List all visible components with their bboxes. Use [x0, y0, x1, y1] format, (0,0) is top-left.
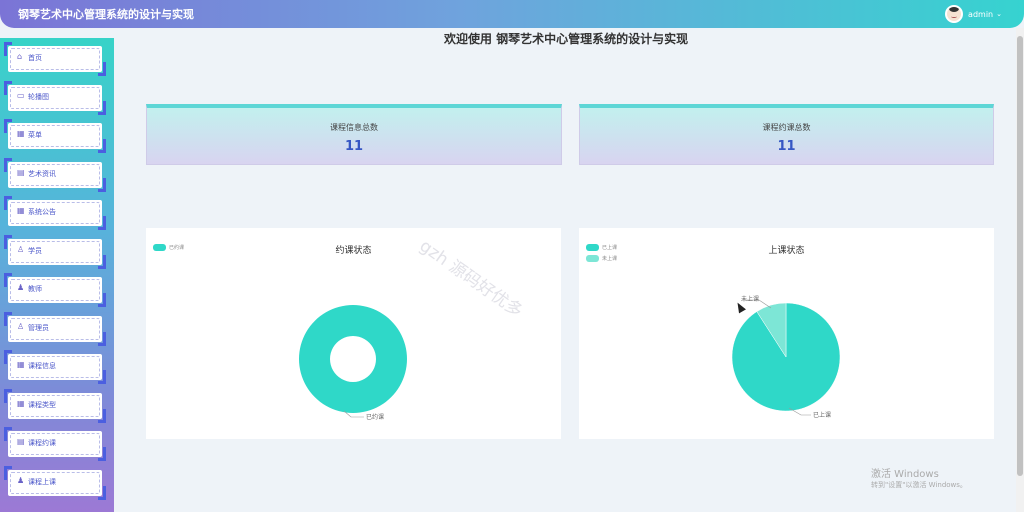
chart-panel-class-status: 已上课 未上课 已上课 未上课 上课状态	[579, 228, 994, 439]
sidebar-item-11[interactable]: ♟ 课程上课	[4, 465, 106, 500]
corner-decoration	[4, 157, 12, 172]
corner-decoration	[98, 216, 106, 230]
corner-decoration	[98, 62, 106, 76]
corner-decoration	[4, 427, 12, 441]
chart-title: 上课状态	[768, 246, 805, 256]
sidebar-item-label: 系统公告	[28, 208, 56, 216]
corner-decoration	[98, 293, 106, 307]
sidebar-item-label: 艺术资讯	[28, 169, 56, 178]
sidebar-item-label: 课程上课	[28, 477, 56, 486]
corner-decoration	[98, 370, 106, 384]
sidebar-item-1[interactable]: ▭ 轮播图	[4, 80, 106, 115]
teacher-icon: ♟	[17, 283, 25, 292]
corner-decoration	[98, 485, 106, 500]
corner-decoration	[4, 311, 12, 326]
sidebar-item-9[interactable]: ▦ 课程类型	[4, 388, 106, 423]
corner-decoration	[4, 234, 12, 249]
stat-card-course-info: 课程信息总数 11	[146, 104, 562, 165]
corner-decoration	[98, 331, 106, 346]
corner-decoration	[98, 408, 106, 423]
grid-icon: ▦	[17, 129, 25, 138]
legend-swatch	[586, 255, 599, 262]
activate-windows-title: 激活 Windows	[871, 469, 939, 480]
sidebar-item-6[interactable]: ♟ 教师	[4, 273, 106, 307]
pie-slice-booked[interactable]	[298, 305, 407, 413]
corner-decoration	[4, 119, 12, 133]
corner-decoration	[4, 350, 12, 364]
teacher-icon: ♟	[17, 475, 25, 485]
sidebar-item-8[interactable]: ▦ 课程信息	[4, 350, 106, 384]
document-icon: ▤	[17, 167, 25, 177]
sidebar-item-0[interactable]: ⌂ 首页	[4, 42, 106, 76]
sidebar-item-2[interactable]: ▦ 菜单	[4, 119, 106, 153]
corner-decoration	[98, 447, 106, 461]
stat-value: 11	[777, 139, 796, 154]
slice-label: 已约课	[366, 413, 384, 421]
stat-label: 课程信息总数	[330, 123, 378, 132]
sidebar-item-10[interactable]: ▤ 课程约课	[4, 427, 106, 461]
sidebar-item-label: 首页	[28, 54, 42, 62]
stat-value: 11	[344, 139, 364, 154]
legend-label: 未上课	[602, 256, 618, 262]
class-status-chart: 已上课 未上课	[731, 295, 841, 419]
corner-decoration	[98, 139, 106, 153]
grid-icon: ▦	[17, 398, 25, 408]
sidebar-item-3[interactable]: ▤ 艺术资讯	[4, 157, 106, 192]
calendar-icon: ▤	[17, 437, 25, 446]
sidebar-item-5[interactable]: ♙ 学员	[4, 234, 106, 269]
activate-windows-subtitle: 转到"设置"以激活 Windows。	[871, 481, 967, 489]
home-icon: ⌂	[17, 52, 23, 61]
corner-decoration	[4, 196, 12, 210]
corner-decoration	[98, 177, 106, 192]
grid-icon: ▦	[17, 360, 25, 369]
booking-status-chart: 已约课	[298, 305, 407, 421]
image-icon: ▭	[17, 90, 25, 100]
sidebar-item-label: 课程类型	[28, 400, 56, 409]
sidebar-menu: ⌂ 首页 ▭ 轮播图 ▦ 菜单 ▤ 艺术资讯 ▦ 系统公告 ♙ 学员 ♟ 教师 ♙ 管理员 ▦ 课程信息 ▦ 课程类型…	[0, 38, 114, 512]
sidebar-item-label: 菜单	[28, 131, 42, 139]
chart-title: 约课状态	[335, 246, 372, 256]
user-icon: ♙	[17, 321, 25, 331]
sidebar-item-label: 管理员	[28, 323, 49, 332]
top-header-bar: 钢琴艺术中心管理系统的设计与实现 admin ⌄	[0, 0, 1024, 28]
chevron-down-icon[interactable]: ⌄	[996, 10, 1002, 18]
page-title: 欢迎使用 钢琴艺术中心管理系统的设计与实现	[444, 32, 689, 46]
user-icon: ♙	[17, 244, 25, 254]
corner-decoration	[98, 100, 106, 115]
slice-label: 已上课	[813, 411, 831, 419]
scrollbar-thumb[interactable]	[1017, 36, 1023, 476]
corner-decoration	[4, 465, 12, 480]
page-scrollbar[interactable]	[1016, 28, 1024, 512]
stat-card-course-booking: 课程约课总数 11	[579, 104, 994, 165]
sidebar-item-4[interactable]: ▦ 系统公告	[4, 196, 106, 230]
slice-label: 未上课	[741, 295, 759, 303]
sidebar-item-7[interactable]: ♙ 管理员	[4, 311, 106, 346]
corner-decoration	[4, 273, 12, 287]
corner-decoration	[98, 254, 106, 269]
corner-decoration	[4, 80, 12, 95]
sidebar-item-label: 课程约课	[28, 439, 56, 447]
app-title: 钢琴艺术中心管理系统的设计与实现	[18, 8, 194, 21]
grid-icon: ▦	[17, 206, 25, 215]
user-menu[interactable]: admin ⌄	[945, 5, 1002, 23]
corner-decoration	[4, 42, 12, 56]
username-label[interactable]: admin	[968, 10, 993, 19]
stat-label: 课程约课总数	[762, 123, 811, 132]
chart-panel-booking-status: 已约课 已约课 约课状态	[146, 228, 561, 439]
corner-decoration	[4, 388, 12, 403]
avatar[interactable]	[945, 5, 964, 23]
sidebar-item-label: 教师	[28, 285, 42, 293]
sidebar-item-label: 课程信息	[28, 362, 56, 370]
sidebar-item-label: 学员	[28, 246, 42, 255]
sidebar-item-label: 轮播图	[28, 92, 49, 101]
